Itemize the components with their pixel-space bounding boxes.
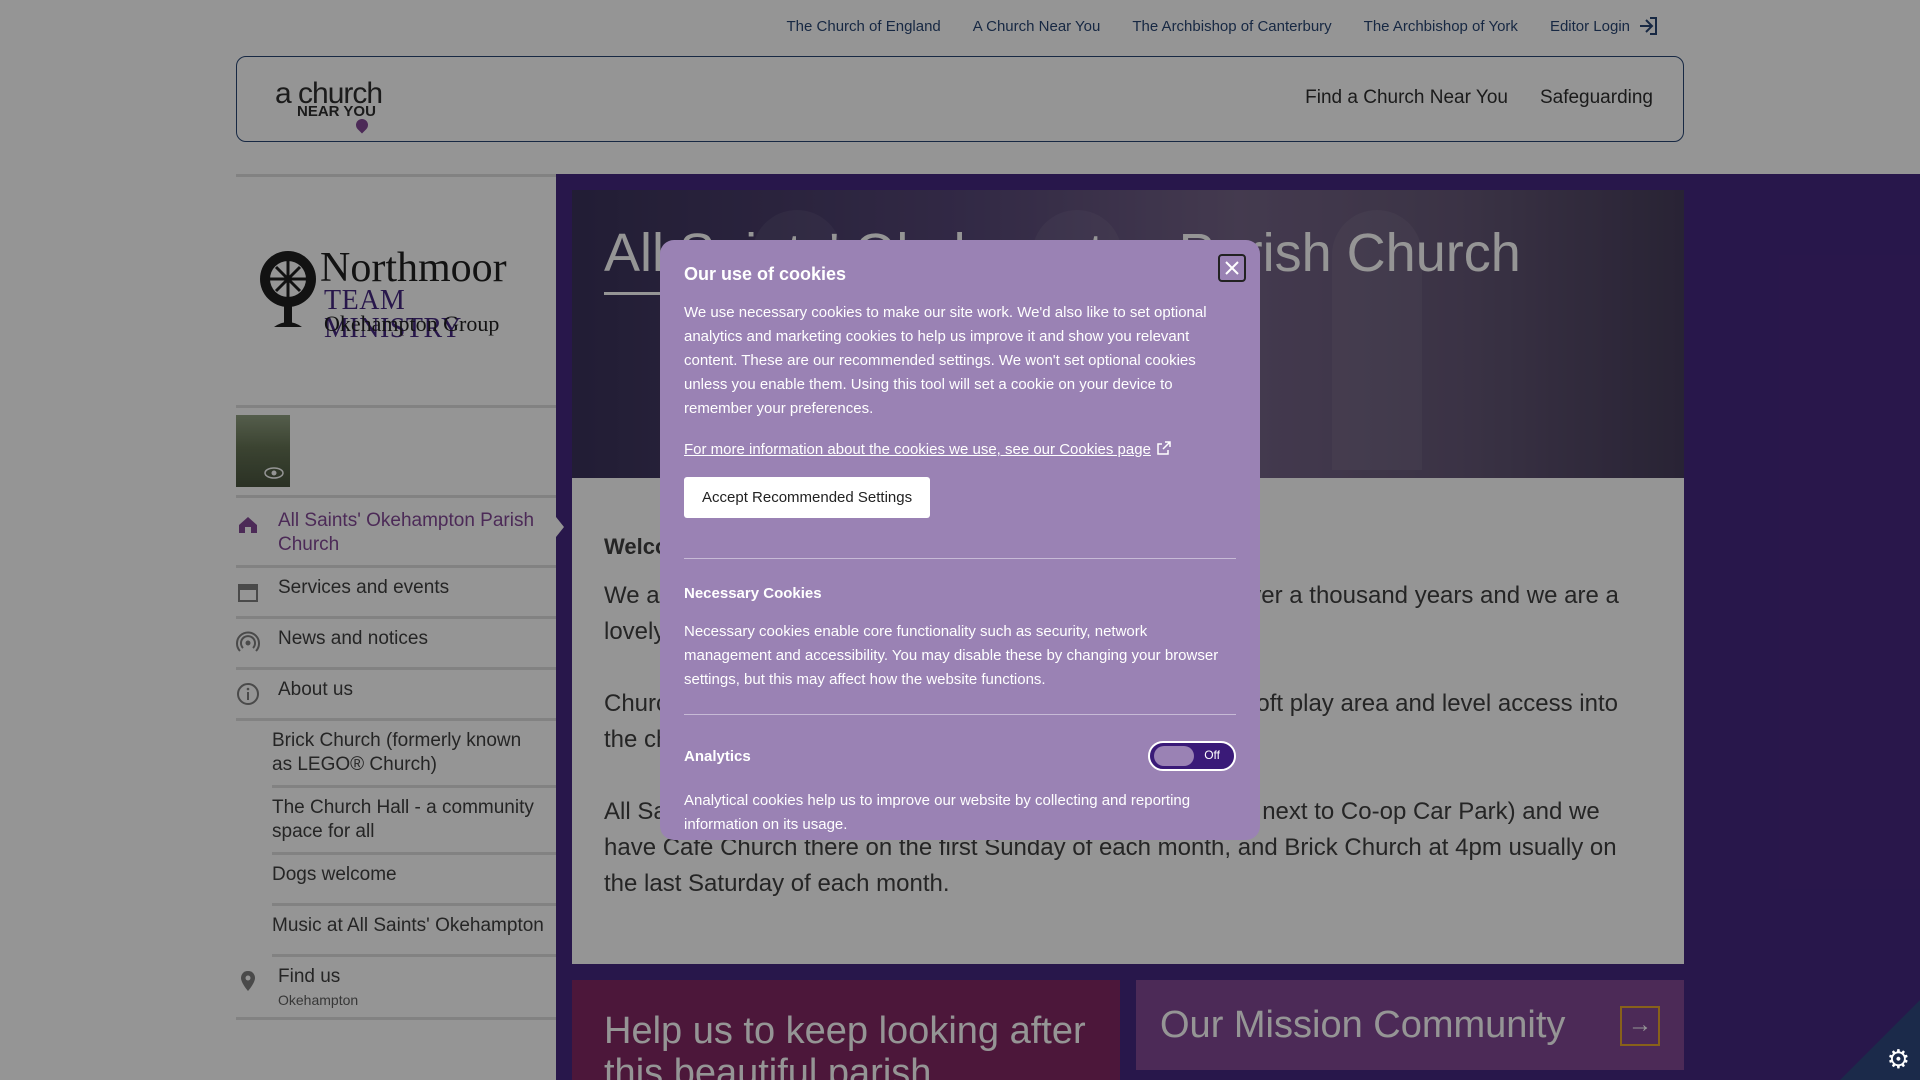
close-button[interactable] [1218, 254, 1246, 282]
analytics-toggle[interactable]: Off [1148, 741, 1236, 771]
cookie-modal: Our use of cookies We use necessary cook… [660, 240, 1260, 840]
external-link-icon [1157, 441, 1171, 455]
divider [684, 714, 1236, 715]
toggle-knob [1154, 746, 1194, 766]
divider [684, 558, 1236, 559]
analytics-title: Analytics [684, 747, 751, 765]
gear-icon[interactable]: ⚙ [1887, 1046, 1910, 1072]
close-icon [1225, 261, 1239, 275]
necessary-cookies-title: Necessary Cookies [684, 585, 822, 602]
cookie-intro-text: We use necessary cookies to make our sit… [684, 304, 1207, 417]
cookies-page-link-label: For more information about the cookies w… [684, 441, 1151, 458]
cookie-modal-title: Our use of cookies [684, 264, 847, 284]
toggle-state-label: Off [1204, 748, 1220, 762]
analytics-text: Analytical cookies help us to improve ou… [684, 792, 1191, 833]
cookies-page-link[interactable]: For more information about the cookies w… [684, 441, 1171, 458]
analytics-row: Analytics Off [684, 741, 1236, 771]
accept-recommended-button[interactable]: Accept Recommended Settings [684, 477, 931, 518]
necessary-cookies-text: Necessary cookies enable core functional… [684, 623, 1219, 688]
